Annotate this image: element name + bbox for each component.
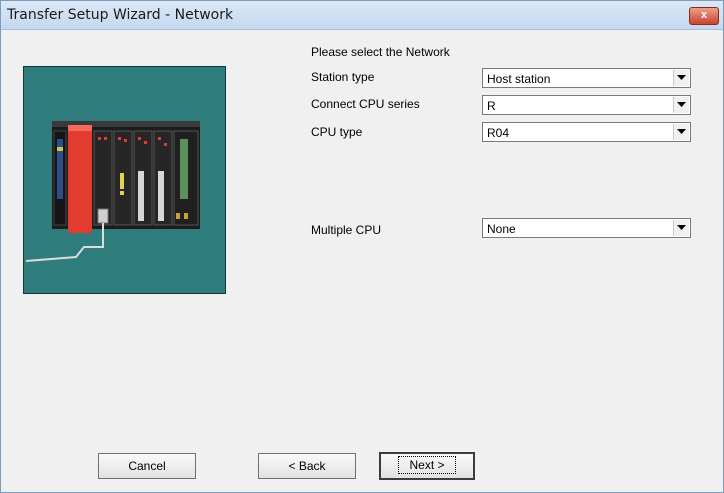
chevron-down-icon[interactable] [673,220,689,236]
close-icon: x [700,9,708,21]
back-button[interactable]: < Back [258,453,356,479]
multiple-cpu-select[interactable]: None [482,218,691,238]
next-button[interactable]: Next > [379,452,475,480]
chevron-down-icon[interactable] [673,124,689,140]
cpu-series-value: R [487,99,496,113]
plc-unit-illustration [25,121,200,262]
cpu-type-value: R04 [487,126,510,140]
station-type-select[interactable]: Host station [482,68,691,88]
cpu-type-label: CPU type [311,125,363,139]
cpu-type-select[interactable]: R04 [482,122,691,142]
station-type-value: Host station [487,72,551,86]
multiple-cpu-label: Multiple CPU [311,223,382,237]
station-type-label: Station type [311,70,375,84]
cancel-button-label: Cancel [128,459,166,473]
title-bar: Transfer Setup Wizard - Network x [1,1,723,30]
back-button-label: < Back [288,459,326,473]
next-button-label: Next > [398,456,456,474]
close-button[interactable]: x [689,7,719,25]
chevron-down-icon[interactable] [673,97,689,113]
network-prompt: Please select the Network [311,45,450,59]
plc-illustration [23,66,226,294]
cpu-series-select[interactable]: R [482,95,691,115]
multiple-cpu-value: None [487,222,516,236]
window-title: Transfer Setup Wizard - Network [7,7,234,23]
cpu-series-label: Connect CPU series [311,97,420,111]
wizard-window: Transfer Setup Wizard - Network x Please… [0,0,724,493]
chevron-down-icon[interactable] [673,70,689,86]
cancel-button[interactable]: Cancel [98,453,196,479]
